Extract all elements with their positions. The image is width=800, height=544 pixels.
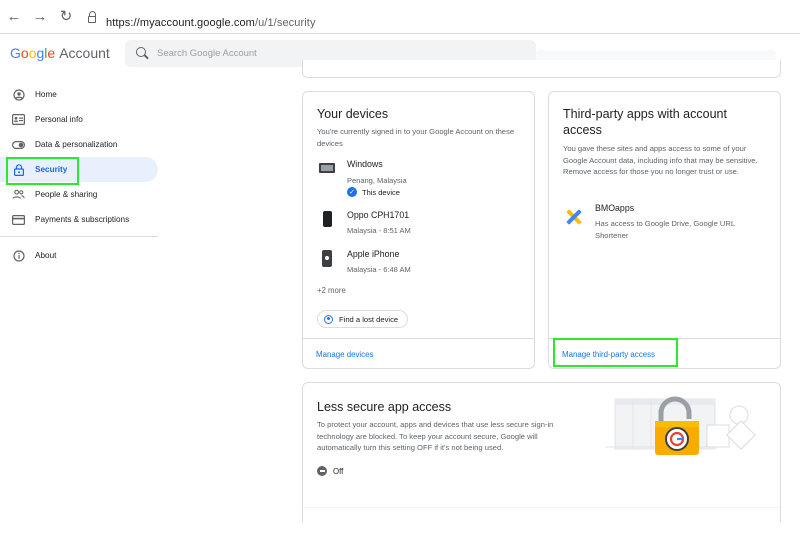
sidebar-item-label: About [35, 251, 57, 260]
find-lost-device-button[interactable]: Find a lost device [317, 310, 409, 328]
sidebar-item-label: Home [35, 90, 57, 99]
card-divider [303, 507, 780, 508]
app-access: Has access to Google Drive, Google URL S… [595, 219, 735, 240]
padlock-illustration-icon [605, 396, 756, 455]
device-name: Oppo CPH1701 [347, 210, 410, 220]
sidebar-item-about[interactable]: About [0, 243, 160, 268]
iphone-icon [317, 248, 337, 268]
reload-icon[interactable]: ↻ [58, 8, 74, 24]
card-icon [12, 213, 25, 226]
tools-icon [563, 206, 585, 228]
manage-devices-link[interactable]: Manage devices [316, 350, 373, 359]
search-placeholder: Search Google Account [157, 48, 257, 59]
off-status-icon [317, 466, 327, 476]
less-secure-card-title: Less secure app access [317, 400, 452, 414]
sidebar-item-label: Payments & subscriptions [35, 215, 130, 224]
sidebar-item-data-personalization[interactable]: Data & personalization [0, 132, 160, 157]
url-path: /u/1/security [254, 17, 316, 29]
google-account-logo[interactable]: Google Account [10, 45, 110, 61]
devices-card-footer: Manage devices [303, 338, 534, 368]
sidebar-item-personal-info[interactable]: Personal info [0, 107, 160, 132]
search-icon [136, 47, 146, 57]
url-host: https://myaccount.google.com [106, 17, 255, 29]
less-secure-card: Less secure app access To protect your a… [302, 382, 781, 522]
third-party-card-description: You gave these sites and apps access to … [563, 144, 758, 176]
home-icon [12, 88, 25, 101]
devices-card-description: You're currently signed in to your Googl… [317, 127, 515, 148]
sidebar-divider [0, 236, 158, 237]
app-item-bmoapps[interactable]: BMOapps Has access to Google Drive, Goog… [563, 202, 755, 242]
lock-icon [88, 11, 96, 23]
back-arrow-icon[interactable]: ← [6, 8, 22, 24]
device-location: Malaysia - 8:51 AM [347, 226, 411, 235]
sidebar-item-home[interactable]: Home [0, 82, 160, 107]
laptop-icon [317, 158, 337, 178]
logo-letter: o [20, 45, 29, 61]
locate-icon [324, 314, 333, 324]
device-location: Penang, Malaysia [347, 176, 407, 185]
logo-letter: G [10, 45, 21, 61]
sidebar-item-label: People & sharing [35, 190, 98, 199]
more-devices-link[interactable]: +2 more [317, 286, 346, 295]
forward-arrow-icon[interactable]: → [32, 8, 48, 24]
app-name: BMOapps [595, 203, 635, 213]
manage-access-highlight-box [553, 338, 678, 367]
find-lost-device-label: Find a lost device [339, 314, 399, 324]
device-location: Malaysia - 6:48 AM [347, 265, 411, 274]
sidebar-item-payments[interactable]: Payments & subscriptions [0, 207, 160, 232]
info-icon [12, 249, 25, 262]
phone-icon [317, 209, 337, 229]
sidebar-item-label: Personal info [35, 115, 83, 124]
people-icon [12, 188, 25, 201]
logo-suffix: Account [59, 45, 110, 61]
device-status: This device [362, 187, 400, 197]
browser-toolbar: ← → ↻ https://myaccount.google.com/u/1/s… [0, 0, 800, 34]
devices-card: Your devices You're currently signed in … [302, 91, 535, 369]
logo-letter: e [47, 45, 56, 61]
devices-card-title: Your devices [317, 107, 389, 121]
sidebar-item-people-sharing[interactable]: People & sharing [0, 182, 160, 207]
less-secure-card-description: To protect your account, apps and device… [317, 420, 554, 452]
third-party-card-title: Third-party apps with account access [563, 107, 727, 137]
this-device-badge: ✓ This device [347, 187, 407, 197]
previous-card-bottom [302, 60, 781, 78]
security-highlight-box [6, 157, 79, 185]
device-iphone[interactable]: Apple iPhone Malaysia - 6:48 AM [317, 248, 411, 276]
less-secure-status[interactable]: Off [317, 466, 343, 476]
device-windows[interactable]: Windows Penang, Malaysia ✓ This device [317, 158, 407, 197]
status-label: Off [333, 466, 344, 476]
device-oppo[interactable]: Oppo CPH1701 Malaysia - 8:51 AM [317, 209, 411, 237]
sidebar-item-label: Data & personalization [35, 140, 118, 149]
id-card-icon [12, 113, 25, 126]
toggle-icon [12, 138, 25, 151]
address-bar[interactable]: https://myaccount.google.com/u/1/securit… [106, 17, 316, 29]
check-icon: ✓ [347, 187, 357, 197]
third-party-card: Third-party apps with account access You… [548, 91, 781, 369]
device-name: Windows [347, 159, 383, 169]
device-name: Apple iPhone [347, 249, 400, 259]
